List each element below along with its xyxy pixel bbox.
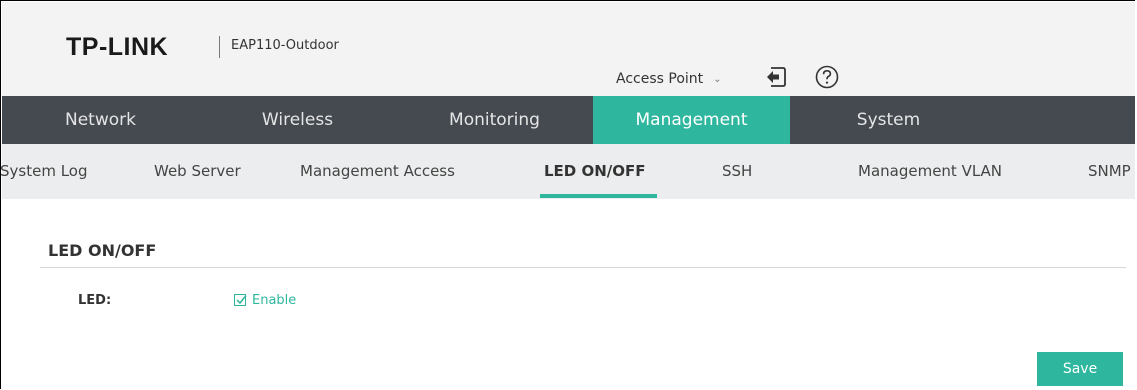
led-enable-label[interactable]: Enable — [252, 293, 296, 308]
logo-divider — [219, 36, 220, 58]
brand-logo: TP-LINK — [66, 33, 169, 61]
mode-select-value: Access Point — [616, 71, 704, 87]
header: TP-LINK EAP110-Outdoor Access Point ⌄ — [2, 2, 1135, 96]
subtab-led-on-off[interactable]: LED ON/OFF — [544, 144, 646, 199]
subtab-ssh[interactable]: SSH — [722, 144, 752, 199]
led-label: LED: — [78, 293, 112, 308]
subtab-system-log[interactable]: System Log — [0, 144, 88, 199]
checkmark-icon — [236, 295, 247, 305]
device-model: EAP110-Outdoor — [231, 38, 339, 53]
chevron-down-icon: ⌄ — [713, 73, 722, 85]
led-enable-checkbox[interactable] — [234, 294, 247, 306]
tab-management[interactable]: Management — [593, 96, 790, 144]
sub-nav: System Log Web Server Management Access … — [0, 144, 1135, 199]
section-divider — [40, 267, 1126, 268]
tab-wireless[interactable]: Wireless — [199, 96, 396, 144]
help-icon[interactable] — [815, 65, 839, 89]
save-button[interactable]: Save — [1037, 352, 1123, 386]
main-nav: Network Wireless Monitoring Management S… — [2, 96, 1135, 144]
subtab-web-server[interactable]: Web Server — [154, 144, 241, 199]
subtab-management-vlan[interactable]: Management VLAN — [858, 144, 1002, 199]
tab-system[interactable]: System — [790, 96, 987, 144]
active-subtab-indicator — [540, 194, 657, 198]
tab-monitoring[interactable]: Monitoring — [396, 96, 593, 144]
tab-network[interactable]: Network — [2, 96, 199, 144]
subtab-snmp[interactable]: SNMP — [1088, 144, 1131, 199]
subtab-management-access[interactable]: Management Access — [300, 144, 455, 199]
logout-icon[interactable] — [765, 66, 787, 88]
section-title: LED ON/OFF — [48, 241, 157, 260]
mode-select[interactable]: Access Point ⌄ — [616, 68, 722, 90]
